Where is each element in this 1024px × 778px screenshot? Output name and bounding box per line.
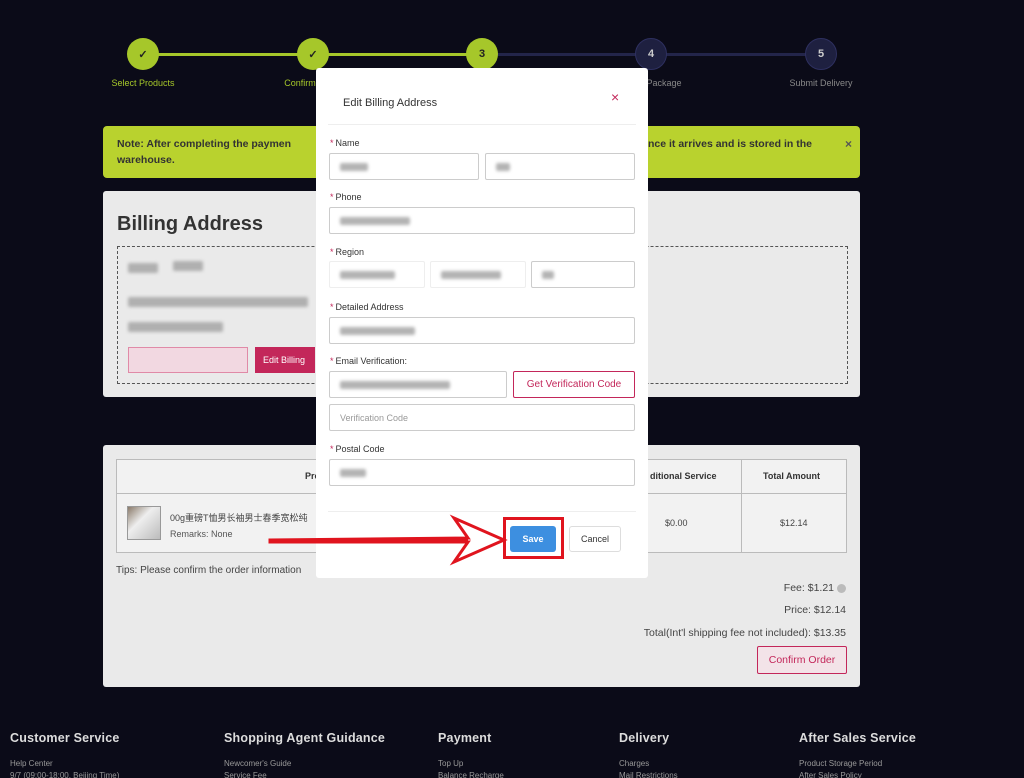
product-remarks: Remarks: None bbox=[170, 529, 233, 539]
fee-line: Fee: $1.21 bbox=[784, 582, 846, 594]
blurred-name bbox=[128, 263, 158, 273]
footer-heading: Delivery bbox=[619, 731, 670, 745]
blurred-value bbox=[542, 270, 554, 279]
email-input[interactable] bbox=[329, 371, 507, 398]
notice-close-icon[interactable]: × bbox=[845, 136, 852, 152]
edit-billing-button[interactable]: Edit Billing bbox=[255, 347, 315, 373]
step-2-circle: ✓ bbox=[297, 38, 329, 70]
region-state-select[interactable] bbox=[430, 261, 526, 288]
footer-link[interactable]: Charges bbox=[619, 758, 678, 770]
step-1-circle: ✓ bbox=[127, 38, 159, 70]
phone-label: * Phone bbox=[330, 192, 362, 202]
footer-payment: Payment Top Up Balance Recharge bbox=[438, 731, 504, 778]
postal-code-input[interactable] bbox=[329, 459, 635, 486]
price-line: Price: $12.14 bbox=[784, 604, 846, 616]
service-value: $0.00 bbox=[665, 518, 688, 528]
step-4-circle: 4 bbox=[635, 38, 667, 70]
region-label-text: Region bbox=[335, 247, 365, 257]
step-1-label: Select Products bbox=[111, 78, 175, 88]
default-address-button[interactable] bbox=[128, 347, 248, 373]
blurred-value bbox=[496, 162, 510, 171]
footer-link[interactable]: Mail Restrictions bbox=[619, 770, 678, 778]
footer-shopping-guidance: Shopping Agent Guidance Newcomer's Guide… bbox=[224, 731, 385, 778]
phone-label-text: Phone bbox=[335, 192, 362, 202]
footer-link[interactable]: Balance Recharge bbox=[438, 770, 504, 778]
step-5-label: Submit Delivery bbox=[789, 78, 853, 88]
postal-label-text: Postal Code bbox=[335, 444, 385, 454]
save-button[interactable]: Save bbox=[510, 526, 556, 552]
close-icon[interactable]: × bbox=[611, 89, 619, 105]
col-total-header: Total Amount bbox=[763, 471, 820, 481]
col-service-header: ditional Service bbox=[650, 471, 717, 481]
required-mark: * bbox=[330, 247, 334, 257]
modal-divider bbox=[328, 124, 636, 125]
step-connector bbox=[313, 53, 483, 56]
email-label: * Email Verification: bbox=[330, 356, 407, 366]
blurred-value bbox=[441, 270, 501, 279]
total-line: Total(Int'l shipping fee not included): … bbox=[643, 627, 846, 639]
modal-title: Edit Billing Address bbox=[343, 97, 438, 109]
get-verification-code-button[interactable]: Get Verification Code bbox=[513, 371, 635, 398]
step-4-label: Package bbox=[646, 78, 682, 88]
blurred-phone bbox=[128, 322, 223, 332]
footer-delivery: Delivery Charges Mail Restrictions bbox=[619, 731, 678, 778]
info-icon[interactable] bbox=[837, 583, 846, 593]
notice-text-right: nce it arrives and is stored in the bbox=[648, 138, 812, 150]
footer-link[interactable]: After Sales Policy bbox=[799, 770, 916, 778]
postal-label: * Postal Code bbox=[330, 444, 385, 454]
step-2-label: Confirm bbox=[284, 78, 316, 88]
product-thumbnail[interactable] bbox=[127, 506, 161, 540]
blurred-value bbox=[340, 326, 415, 335]
blurred-value bbox=[340, 380, 450, 389]
footer-link[interactable]: Product Storage Period bbox=[799, 758, 916, 770]
required-mark: * bbox=[330, 356, 334, 366]
phone-input[interactable] bbox=[329, 207, 635, 234]
column-divider bbox=[741, 460, 742, 552]
footer-link[interactable]: Newcomer's Guide bbox=[224, 758, 385, 770]
required-mark: * bbox=[330, 302, 334, 312]
billing-title: Billing Address bbox=[117, 213, 263, 235]
edit-billing-address-modal: Edit Billing Address × * Name * Phone * Reg… bbox=[316, 68, 648, 578]
total-value: $12.14 bbox=[780, 518, 808, 528]
red-arrow-annotation bbox=[268, 514, 508, 566]
blurred-name bbox=[173, 261, 203, 271]
footer-heading: Shopping Agent Guidance bbox=[224, 731, 386, 745]
email-label-text: Email Verification: bbox=[335, 356, 408, 366]
step-5-circle: 5 bbox=[805, 38, 837, 70]
footer-customer-service: Customer Service Help Center 9/7 (09:00-… bbox=[10, 731, 120, 778]
fee-text: Fee: $1.21 bbox=[783, 582, 834, 594]
footer-after-sales: After Sales Service Product Storage Peri… bbox=[799, 731, 916, 778]
blurred-value bbox=[340, 162, 368, 171]
step-connector bbox=[143, 53, 313, 56]
blurred-address bbox=[128, 297, 308, 307]
footer-link[interactable]: Service Fee bbox=[224, 770, 385, 778]
first-name-input[interactable] bbox=[329, 153, 479, 180]
notice-text-left: Note: After completing the paymen bbox=[117, 138, 292, 150]
name-label-text: Name bbox=[335, 138, 360, 148]
blurred-value bbox=[340, 216, 410, 225]
cancel-button[interactable]: Cancel bbox=[569, 526, 621, 552]
footer-heading: Payment bbox=[438, 731, 492, 745]
footer-heading: Customer Service bbox=[10, 731, 120, 745]
region-label: * Region bbox=[330, 247, 364, 257]
detailed-address-input[interactable] bbox=[329, 317, 635, 344]
footer-heading: After Sales Service bbox=[799, 731, 917, 745]
required-mark: * bbox=[330, 192, 334, 202]
blurred-value bbox=[340, 270, 395, 279]
region-city-select[interactable] bbox=[531, 261, 635, 288]
footer-link[interactable]: Help Center bbox=[10, 758, 120, 770]
footer-link: 9/7 (09:00-18:00, Beijing Time) bbox=[10, 771, 120, 778]
footer-link[interactable]: Top Up bbox=[438, 758, 504, 770]
required-mark: * bbox=[330, 138, 334, 148]
last-name-input[interactable] bbox=[485, 153, 635, 180]
blurred-value bbox=[340, 468, 366, 477]
required-mark: * bbox=[330, 444, 334, 454]
verification-code-input[interactable]: Verification Code bbox=[329, 404, 635, 431]
name-label: * Name bbox=[330, 138, 360, 148]
address-label-text: Detailed Address bbox=[335, 302, 404, 312]
confirm-order-button[interactable]: Confirm Order bbox=[757, 646, 847, 674]
region-country-select[interactable] bbox=[329, 261, 425, 288]
address-label: * Detailed Address bbox=[330, 302, 404, 312]
step-3-circle: 3 bbox=[466, 38, 498, 70]
